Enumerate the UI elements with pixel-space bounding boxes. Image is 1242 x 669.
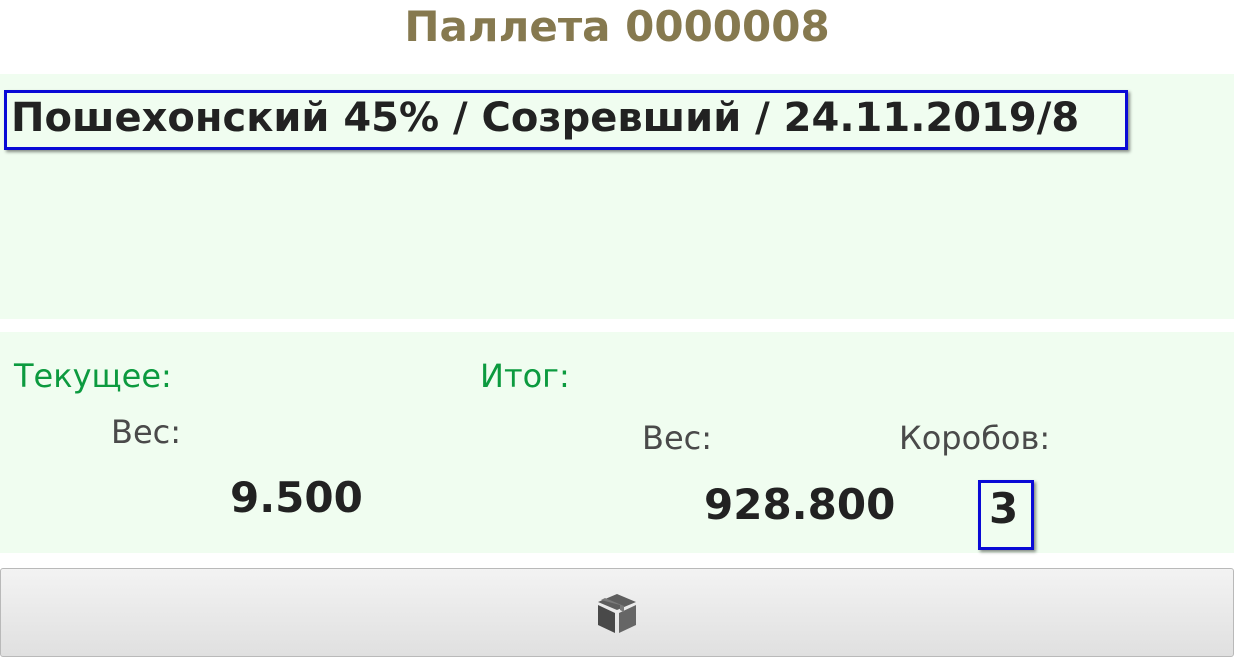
page-title: Паллета 0000008 [404,2,830,51]
total-weight-value: 928.800 [704,480,896,529]
cube-box-icon [592,588,642,638]
stats-panel: Текущее: Вес: 9.500 Итог: Вес: 928.800 К… [0,332,1234,553]
pack-box-button[interactable] [0,568,1234,657]
current-weight-value: 9.500 [230,473,363,522]
current-section-label: Текущее: [14,357,172,395]
product-panel: Пошехонский 45% / Созревший / 24.11.2019… [0,74,1234,319]
total-section-label: Итог: [480,357,570,395]
product-name[interactable]: Пошехонский 45% / Созревший / 24.11.2019… [4,90,1128,150]
total-boxes-value[interactable]: 3 [978,480,1034,550]
total-weight-label: Вес: [642,419,713,457]
current-weight-label: Вес: [111,413,182,451]
total-boxes-label: Коробов: [899,419,1051,457]
